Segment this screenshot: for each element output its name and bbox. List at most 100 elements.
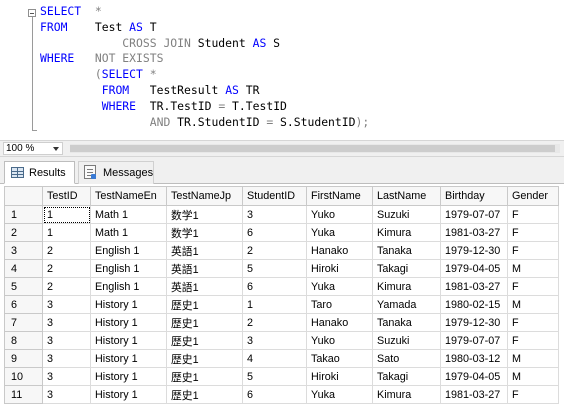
table-cell[interactable]: History 1 xyxy=(90,313,167,332)
table-cell[interactable]: F xyxy=(507,223,559,242)
table-cell[interactable]: 歴史1 xyxy=(166,349,243,368)
column-header[interactable]: Gender xyxy=(507,186,559,206)
row-number[interactable]: 1 xyxy=(4,205,43,224)
table-cell[interactable]: 1979-12-30 xyxy=(440,313,508,332)
table-cell[interactable]: 1 xyxy=(42,205,91,224)
table-cell[interactable]: 5 xyxy=(242,367,307,386)
table-cell[interactable]: F xyxy=(507,313,559,332)
tab-results[interactable]: Results xyxy=(4,161,75,184)
table-cell[interactable]: F xyxy=(507,331,559,350)
table-cell[interactable]: 3 xyxy=(42,331,91,350)
table-cell[interactable]: M xyxy=(507,259,559,278)
table-cell[interactable]: Yuka xyxy=(306,385,373,404)
table-cell[interactable]: Takagi xyxy=(372,259,441,278)
row-number[interactable]: 4 xyxy=(4,259,43,278)
table-cell[interactable]: 1979-04-05 xyxy=(440,367,508,386)
table-cell[interactable]: 1980-02-15 xyxy=(440,295,508,314)
row-number[interactable]: 9 xyxy=(4,349,43,368)
table-cell[interactable]: History 1 xyxy=(90,331,167,350)
table-cell[interactable]: English 1 xyxy=(90,259,167,278)
table-cell[interactable]: 歴史1 xyxy=(166,295,243,314)
table-cell[interactable]: 3 xyxy=(42,349,91,368)
table-cell[interactable]: 6 xyxy=(242,223,307,242)
table-cell[interactable]: 3 xyxy=(42,385,91,404)
table-cell[interactable]: 1979-12-30 xyxy=(440,241,508,260)
table-row[interactable]: 4 2 English 1 英語1 5 Hiroki Takagi 1979-04-05 M xyxy=(4,259,559,278)
results-table[interactable]: TestID TestNameEn TestNameJp StudentID First… xyxy=(4,186,559,404)
table-cell[interactable]: F xyxy=(507,205,559,224)
table-cell[interactable]: 2 xyxy=(242,241,307,260)
table-cell[interactable]: Suzuki xyxy=(372,331,441,350)
table-cell[interactable]: 歴史1 xyxy=(166,367,243,386)
table-row[interactable]: 1 1 Math 1 数学1 3 Yuko Suzuki 1979-07-07 F xyxy=(4,205,559,224)
table-row[interactable]: 10 3 History 1 歴史1 5 Hiroki Takagi 1979-04-05 M xyxy=(4,367,559,386)
table-cell[interactable]: 2 xyxy=(42,259,91,278)
chevron-down-icon[interactable] xyxy=(53,147,59,151)
table-cell[interactable]: History 1 xyxy=(90,385,167,404)
table-cell[interactable]: Hanako xyxy=(306,241,373,260)
table-cell[interactable]: English 1 xyxy=(90,277,167,296)
table-cell[interactable]: M xyxy=(507,349,559,368)
table-row[interactable]: 5 2 English 1 英語1 6 Yuka Kimura 1981-03-27 F xyxy=(4,277,559,296)
row-number[interactable]: 6 xyxy=(4,295,43,314)
table-cell[interactable]: 歴史1 xyxy=(166,313,243,332)
table-cell[interactable]: 英語1 xyxy=(166,259,243,278)
table-cell[interactable]: Yuka xyxy=(306,277,373,296)
tab-messages[interactable]: Messages xyxy=(78,161,154,184)
table-cell[interactable]: 歴史1 xyxy=(166,331,243,350)
table-cell[interactable]: 2 xyxy=(242,313,307,332)
table-cell[interactable]: M xyxy=(507,367,559,386)
table-cell[interactable]: Yamada xyxy=(372,295,441,314)
column-header[interactable]: TestNameEn xyxy=(90,186,167,206)
table-cell[interactable]: Takagi xyxy=(372,367,441,386)
sql-editor[interactable]: SELECT * FROM Test AS T CROSS JOIN Stude… xyxy=(0,0,564,140)
column-header[interactable]: Birthday xyxy=(440,186,508,206)
table-cell[interactable]: Yuko xyxy=(306,205,373,224)
table-cell[interactable]: 1 xyxy=(42,223,91,242)
table-cell[interactable]: 5 xyxy=(242,259,307,278)
column-header[interactable]: StudentID xyxy=(242,186,307,206)
table-cell[interactable]: Hanako xyxy=(306,313,373,332)
scrollbar-thumb[interactable] xyxy=(70,145,555,152)
row-number[interactable]: 10 xyxy=(4,367,43,386)
code-line[interactable]: FROM TestResult AS TR xyxy=(40,83,260,97)
table-cell[interactable]: 英語1 xyxy=(166,277,243,296)
table-cell[interactable]: 1979-04-05 xyxy=(440,259,508,278)
table-cell[interactable]: History 1 xyxy=(90,367,167,386)
table-cell[interactable]: 6 xyxy=(242,385,307,404)
table-cell[interactable]: 3 xyxy=(242,205,307,224)
horizontal-scrollbar[interactable] xyxy=(70,144,560,153)
table-cell[interactable]: 1979-07-07 xyxy=(440,331,508,350)
table-cell[interactable]: 1981-03-27 xyxy=(440,277,508,296)
table-row[interactable]: 9 3 History 1 歴史1 4 Takao Sato 1980-03-12 M xyxy=(4,349,559,368)
table-row[interactable]: 7 3 History 1 歴史1 2 Hanako Tanaka 1979-12-30 F xyxy=(4,313,559,332)
table-cell[interactable]: Yuko xyxy=(306,331,373,350)
sql-code[interactable]: SELECT * FROM Test AS T CROSS JOIN Stude… xyxy=(40,4,369,130)
table-cell[interactable]: 1981-03-27 xyxy=(440,223,508,242)
table-cell[interactable]: 6 xyxy=(242,277,307,296)
code-line[interactable]: WHERE NOT EXISTS xyxy=(40,51,163,65)
table-cell[interactable]: Kimura xyxy=(372,277,441,296)
code-line[interactable]: SELECT * xyxy=(40,4,102,18)
table-row[interactable]: 8 3 History 1 歴史1 3 Yuko Suzuki 1979-07-07 F xyxy=(4,331,559,350)
table-cell[interactable]: Takao xyxy=(306,349,373,368)
table-cell[interactable]: 4 xyxy=(242,349,307,368)
table-cell[interactable]: History 1 xyxy=(90,349,167,368)
code-line[interactable]: (SELECT * xyxy=(40,67,157,81)
code-line[interactable]: WHERE TR.TestID = T.TestID xyxy=(40,99,287,113)
table-cell[interactable]: Suzuki xyxy=(372,205,441,224)
results-grid[interactable]: TestID TestNameEn TestNameJp StudentID First… xyxy=(0,184,564,418)
table-cell[interactable]: 1980-03-12 xyxy=(440,349,508,368)
table-cell[interactable]: M xyxy=(507,295,559,314)
table-cell[interactable]: Kimura xyxy=(372,385,441,404)
table-cell[interactable]: 3 xyxy=(42,295,91,314)
table-cell[interactable]: Taro xyxy=(306,295,373,314)
table-cell[interactable]: Kimura xyxy=(372,223,441,242)
collapse-toggle-icon[interactable] xyxy=(28,9,36,17)
row-number[interactable]: 3 xyxy=(4,241,43,260)
table-cell[interactable]: 2 xyxy=(42,241,91,260)
table-cell[interactable]: 2 xyxy=(42,277,91,296)
column-header[interactable]: LastName xyxy=(372,186,441,206)
table-row[interactable]: 2 1 Math 1 数学1 6 Yuka Kimura 1981-03-27 F xyxy=(4,223,559,242)
row-number[interactable]: 8 xyxy=(4,331,43,350)
